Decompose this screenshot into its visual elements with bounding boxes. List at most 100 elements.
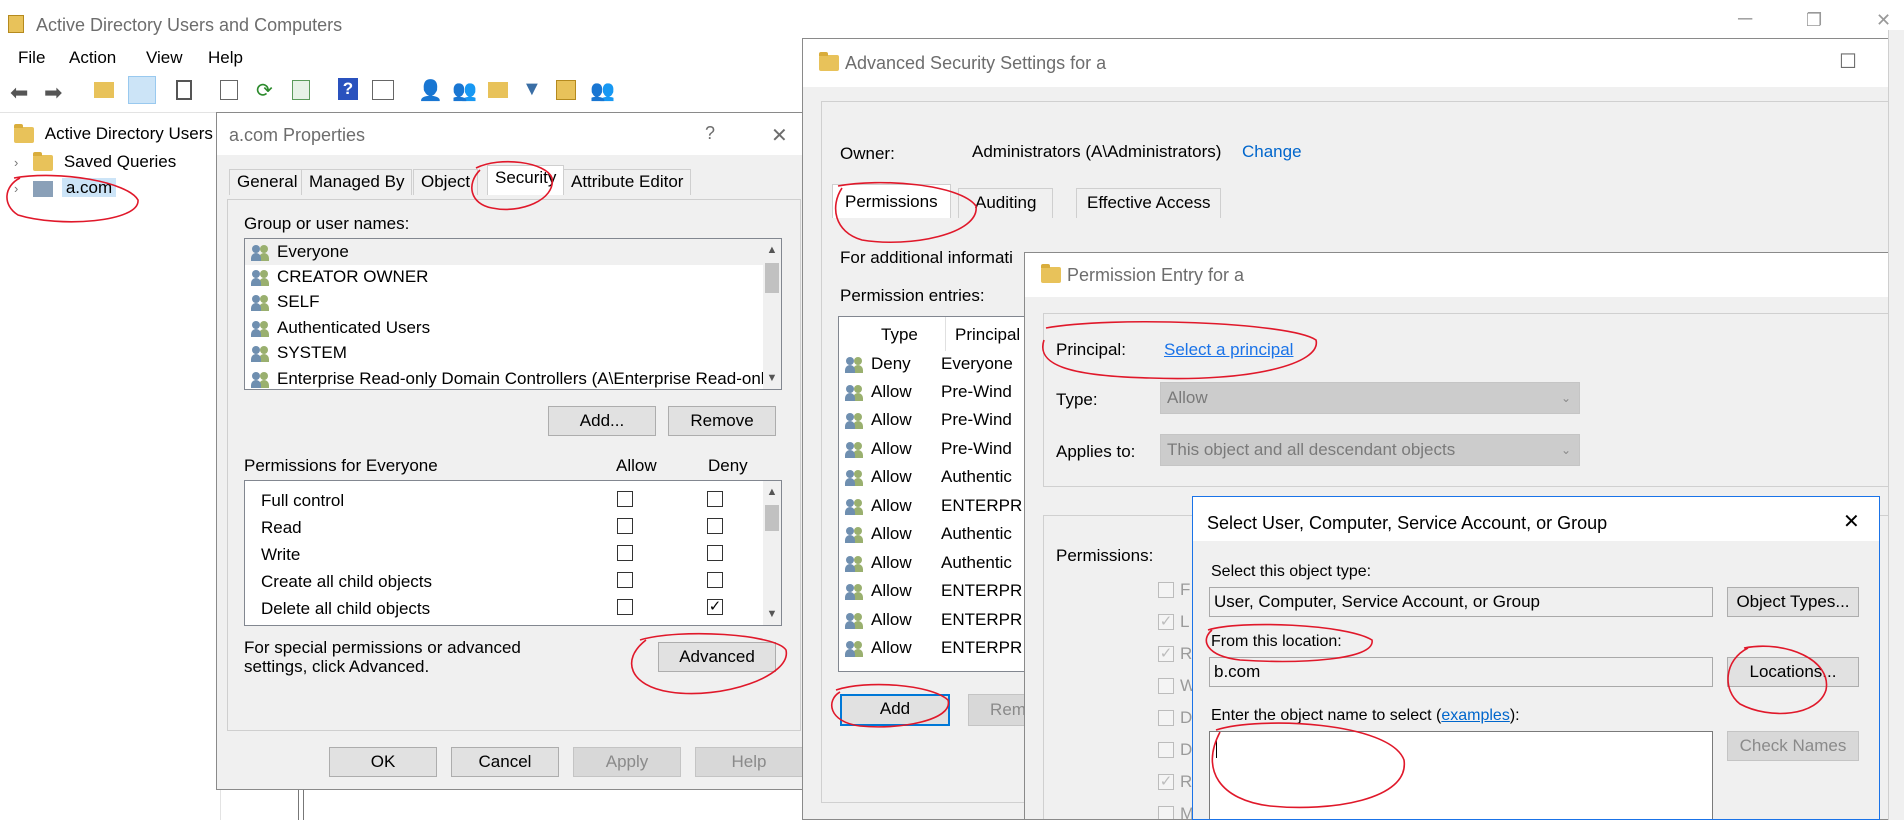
maximize-icon[interactable]: ☐ — [1839, 49, 1857, 74]
refresh-icon[interactable]: ⟳ — [256, 78, 273, 103]
back-icon[interactable]: ⬅ — [10, 80, 28, 106]
delegate-icon[interactable]: 👥 — [590, 78, 615, 103]
deny-checkbox[interactable] — [707, 545, 723, 561]
column-type[interactable]: Type — [881, 325, 918, 345]
close-icon[interactable]: ✕ — [1843, 509, 1860, 534]
scroll-thumb[interactable] — [765, 263, 779, 293]
allow-checkbox[interactable] — [617, 599, 633, 615]
add-entry-button[interactable]: Add — [840, 694, 950, 726]
change-owner-link[interactable]: Change — [1242, 142, 1302, 162]
scroll-up-icon[interactable]: ▲ — [763, 483, 781, 501]
table-row[interactable]: Allow Authentic — [839, 550, 1037, 578]
main-close-icon[interactable]: ✕ — [1876, 10, 1891, 31]
table-row[interactable]: Allow Pre-Wind — [839, 436, 1037, 464]
tab-attribute-editor[interactable]: Attribute Editor — [563, 169, 692, 195]
menu-view[interactable]: View — [146, 48, 183, 68]
permission-checkbox[interactable]: ✓ — [1158, 614, 1174, 630]
tree-root[interactable]: Active Directory Users — [14, 123, 213, 144]
remove-group-button[interactable]: Remove — [668, 406, 776, 436]
tab-permissions[interactable]: Permissions — [832, 184, 951, 218]
check-names-button[interactable]: Check Names — [1727, 731, 1859, 761]
cancel-button[interactable]: Cancel — [451, 747, 559, 777]
advanced-button[interactable]: Advanced — [658, 642, 776, 672]
table-row[interactable]: Allow Authentic — [839, 521, 1037, 549]
ou-icon[interactable] — [488, 82, 508, 98]
allow-checkbox[interactable] — [617, 572, 633, 588]
add-group-button[interactable]: Add... — [548, 406, 656, 436]
filter-icon[interactable]: ▼ — [522, 78, 542, 101]
list-item[interactable]: SYSTEM — [245, 340, 763, 366]
object-types-button[interactable]: Object Types... — [1727, 587, 1859, 617]
column-divider[interactable] — [945, 317, 946, 351]
table-row[interactable]: Allow ENTERPR — [839, 578, 1037, 606]
menu-action[interactable]: Action — [69, 48, 116, 68]
select-principal-link[interactable]: Select a principal — [1164, 340, 1293, 360]
help-icon[interactable]: ? — [705, 123, 715, 144]
menu-help[interactable]: Help — [208, 48, 243, 68]
permission-checkbox[interactable] — [1158, 742, 1174, 758]
help-button[interactable]: Help — [695, 747, 803, 777]
scroll-up-icon[interactable]: ▲ — [763, 241, 781, 259]
deny-checkbox[interactable] — [707, 518, 723, 534]
export-icon[interactable] — [292, 80, 310, 100]
table-row[interactable]: Allow ENTERPR — [839, 635, 1037, 663]
locations-button[interactable]: Locations... — [1727, 657, 1859, 687]
tab-object[interactable]: Object — [413, 169, 479, 195]
chevron-down-icon[interactable]: ⌄ — [1561, 383, 1571, 413]
permission-checkbox[interactable] — [1158, 582, 1174, 598]
permission-entries-list[interactable]: Type Principal Deny Everyone Allow Pre-Win… — [838, 316, 1038, 672]
list-item[interactable]: SELF — [245, 289, 763, 315]
group-names-list[interactable]: Everyone CREATOR OWNER SELF Authenticate… — [244, 238, 782, 390]
permission-checkbox[interactable]: ✓ — [1158, 646, 1174, 662]
scroll-down-icon[interactable]: ▼ — [763, 369, 781, 387]
list-item[interactable]: Enterprise Read-only Domain Controllers … — [245, 366, 779, 389]
tab-general[interactable]: General — [229, 169, 306, 195]
close-icon[interactable]: ✕ — [771, 123, 788, 148]
examples-link[interactable]: examples — [1441, 707, 1509, 724]
tab-effective-access[interactable]: Effective Access — [1076, 188, 1222, 218]
tab-auditing[interactable]: Auditing — [958, 188, 1054, 218]
tab-managed-by[interactable]: Managed By — [301, 169, 413, 195]
permission-checkbox[interactable] — [1158, 806, 1174, 819]
apply-button[interactable]: Apply — [573, 747, 681, 777]
list-item[interactable]: Everyone — [245, 239, 763, 265]
splitter[interactable] — [298, 790, 304, 820]
expand-icon[interactable]: › — [14, 181, 18, 196]
type-dropdown[interactable]: Allow ⌄ — [1160, 382, 1580, 414]
find-icon[interactable] — [556, 80, 576, 100]
group-list-scrollbar[interactable]: ▲ ▼ — [763, 239, 781, 389]
allow-checkbox[interactable] — [617, 518, 633, 534]
column-principal[interactable]: Principal — [955, 325, 1020, 345]
object-name-input[interactable] — [1209, 731, 1713, 819]
menu-file[interactable]: File — [18, 48, 45, 68]
show-tree-icon[interactable] — [128, 76, 156, 104]
forward-icon[interactable]: ➡ — [44, 80, 62, 106]
ok-button[interactable]: OK — [329, 747, 437, 777]
restore-icon[interactable]: ❐ — [1806, 10, 1822, 31]
user-icon[interactable]: 👤 — [418, 78, 443, 103]
chevron-down-icon[interactable]: ⌄ — [1561, 435, 1571, 465]
up-folder-icon[interactable] — [94, 82, 114, 98]
permission-checkbox[interactable] — [1158, 710, 1174, 726]
view-icon[interactable] — [372, 80, 394, 100]
applies-to-dropdown[interactable]: This object and all descendant objects ⌄ — [1160, 434, 1580, 466]
allow-checkbox[interactable] — [617, 491, 633, 507]
deny-checkbox-checked[interactable]: ✓ — [707, 599, 723, 615]
minimize-icon[interactable]: ─ — [1738, 8, 1752, 31]
properties-icon[interactable] — [220, 80, 238, 100]
deny-checkbox[interactable] — [707, 491, 723, 507]
list-item[interactable]: Authenticated Users — [245, 315, 763, 341]
group-icon[interactable]: 👥 — [452, 78, 477, 103]
scroll-thumb[interactable] — [765, 505, 779, 531]
tree-saved-queries[interactable]: › Saved Queries — [14, 151, 176, 172]
permissions-scrollbar[interactable]: ▲ ▼ — [763, 481, 781, 625]
permission-checkbox[interactable] — [1158, 678, 1174, 694]
table-row[interactable]: Allow Pre-Wind — [839, 379, 1037, 407]
allow-checkbox[interactable] — [617, 545, 633, 561]
scroll-down-icon[interactable]: ▼ — [763, 605, 781, 623]
clipboard-icon[interactable] — [176, 80, 192, 100]
expand-icon[interactable]: › — [14, 155, 18, 170]
deny-checkbox[interactable] — [707, 572, 723, 588]
list-item[interactable]: CREATOR OWNER — [245, 264, 763, 290]
permission-checkbox[interactable]: ✓ — [1158, 774, 1174, 790]
